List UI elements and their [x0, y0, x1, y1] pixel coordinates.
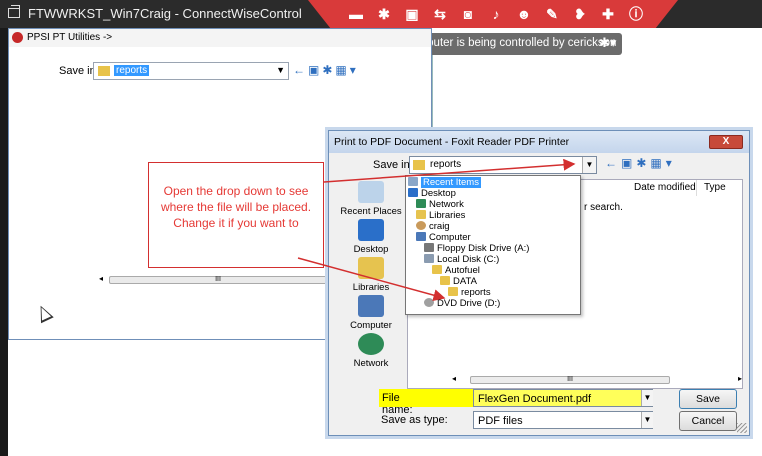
- network-icon: [416, 199, 426, 208]
- users-icon[interactable]: ☻: [516, 6, 532, 22]
- folder-toolbar[interactable]: ←▣✱▦▾: [605, 156, 676, 170]
- transfer-icon[interactable]: ⇆: [432, 6, 448, 22]
- places-bar: Recent Places Desktop Libraries Computer…: [337, 181, 405, 381]
- item-label: Recent Items: [421, 177, 481, 188]
- libraries-icon: [358, 257, 384, 279]
- folder-icon: [413, 160, 425, 170]
- libraries-icon: [416, 210, 426, 219]
- recent-places-icon: [358, 181, 384, 203]
- app-icon: [12, 32, 23, 43]
- monitor-icon[interactable]: ▬: [348, 6, 364, 22]
- scroll-left-icon[interactable]: ◂: [452, 374, 456, 383]
- item-label: reports: [461, 287, 491, 298]
- network-icon: [358, 333, 384, 355]
- info-icon[interactable]: ⓘ: [628, 6, 644, 22]
- chevron-down-icon[interactable]: ▼: [641, 390, 653, 406]
- dialog-title: Print to PDF Document - Foxit Reader PDF…: [334, 136, 570, 148]
- print-to-pdf-dialog: Print to PDF Document - Foxit Reader PDF…: [328, 130, 750, 436]
- column-separator: [696, 180, 697, 196]
- place-desktop[interactable]: Desktop: [337, 219, 405, 255]
- item-label: Desktop: [421, 188, 456, 199]
- close-button[interactable]: X: [709, 135, 743, 149]
- save-in-dropdown[interactable]: reports ▼: [409, 156, 597, 174]
- resize-grip[interactable]: [737, 423, 747, 433]
- item-label: Local Disk (C:): [437, 254, 500, 265]
- disk-icon: [424, 254, 434, 263]
- place-recent-places[interactable]: Recent Places: [337, 181, 405, 217]
- user-icon: [416, 221, 426, 230]
- computer-icon: [358, 295, 384, 317]
- folder-icon: [98, 66, 110, 76]
- place-label: Desktop: [353, 244, 389, 255]
- window-title: FTWWRKST_Win7Craig - ConnectWiseControl: [28, 6, 302, 21]
- file-name-input[interactable]: FlexGen Document.pdf: [473, 389, 653, 407]
- item-label: Computer: [429, 232, 471, 243]
- dropdown-item-dvd[interactable]: DVD Drive (D:): [424, 298, 500, 310]
- window-icon: [8, 5, 20, 18]
- place-label: Computer: [350, 320, 392, 331]
- scroll-thumb[interactable]: III: [470, 376, 670, 384]
- save-in-value: reports: [114, 65, 150, 76]
- place-label: Network: [353, 358, 389, 369]
- file-name-label: File name:: [379, 389, 425, 416]
- recent-items-icon: [408, 177, 418, 186]
- save-button[interactable]: Save: [679, 389, 737, 409]
- mouse-cursor-icon: [34, 302, 54, 324]
- image-icon[interactable]: ◙: [460, 6, 476, 22]
- remote-desktop-edge: [0, 28, 8, 456]
- chevron-down-icon[interactable]: ▼: [641, 412, 653, 428]
- place-network[interactable]: Network: [337, 333, 405, 369]
- place-label: Libraries: [352, 282, 390, 293]
- item-label: Autofuel: [445, 265, 480, 276]
- save-in-dropdown-list[interactable]: Recent Items Desktop Network Libraries c…: [405, 175, 581, 315]
- folder-icon: [440, 276, 450, 285]
- background-dialog-header: PPSI PT Utilities ->: [9, 29, 431, 47]
- place-computer[interactable]: Computer: [337, 295, 405, 331]
- highlight: [425, 389, 473, 407]
- folder-icon: [448, 287, 458, 296]
- app-title: PPSI PT Utilities ->: [27, 32, 113, 43]
- floppy-icon: [424, 243, 434, 252]
- gear-icon[interactable]: ✱▾: [599, 35, 616, 51]
- item-label: Network: [429, 199, 464, 210]
- gear-icon[interactable]: ✱: [376, 6, 392, 22]
- item-label: Libraries: [429, 210, 466, 221]
- column-type[interactable]: Type: [704, 182, 726, 193]
- scroll-left-icon[interactable]: ◂: [99, 274, 103, 283]
- computer-icon: [416, 232, 426, 241]
- place-label: Recent Places: [340, 206, 402, 217]
- empty-list-message: r search.: [584, 202, 623, 213]
- horizontal-scrollbar[interactable]: ◂ III: [99, 273, 335, 287]
- plus-icon[interactable]: ✚: [600, 6, 616, 22]
- scroll-thumb[interactable]: III: [109, 276, 327, 284]
- chat-icon[interactable]: ❥: [572, 6, 588, 22]
- desktop-icon: [358, 219, 384, 241]
- save-as-type-label: Save as type:: [381, 414, 448, 426]
- item-label: Floppy Disk Drive (A:): [437, 243, 530, 254]
- desktop-icon: [408, 188, 418, 197]
- folder-icon: [432, 265, 442, 274]
- microphone-icon[interactable]: ♪: [488, 6, 504, 22]
- connectwise-toolbar: ▬ ✱ ▣ ⇆ ◙ ♪ ☻ ✎ ❥ ✚ ⓘ: [308, 0, 678, 28]
- save-in-value: reports: [430, 159, 462, 170]
- save-in-label: Save in:: [373, 159, 413, 171]
- save-in-combo[interactable]: reports ▼: [93, 62, 289, 80]
- folder-toolbar[interactable]: ←▣✱▦▾: [293, 63, 359, 77]
- cancel-button[interactable]: Cancel: [679, 411, 737, 431]
- column-date-modified[interactable]: Date modified: [634, 182, 696, 193]
- save-as-type-select[interactable]: PDF files: [473, 411, 653, 429]
- place-libraries[interactable]: Libraries: [337, 257, 405, 293]
- chevron-down-icon[interactable]: ▼: [582, 157, 596, 173]
- scroll-right-icon[interactable]: ▸: [738, 374, 742, 383]
- callout-box: Open the drop down to see where the file…: [148, 162, 324, 268]
- item-label: craig: [429, 221, 450, 232]
- chevron-down-icon[interactable]: ▼: [276, 65, 285, 75]
- horizontal-scrollbar[interactable]: ◂ III ▸: [452, 374, 742, 386]
- dvd-icon: [424, 298, 434, 307]
- toolbox-icon[interactable]: ▣: [404, 6, 420, 22]
- pen-icon[interactable]: ✎: [544, 6, 560, 22]
- item-label: DVD Drive (D:): [437, 298, 501, 309]
- item-label: DATA: [453, 276, 477, 287]
- dialog-titlebar: Print to PDF Document - Foxit Reader PDF…: [329, 131, 749, 153]
